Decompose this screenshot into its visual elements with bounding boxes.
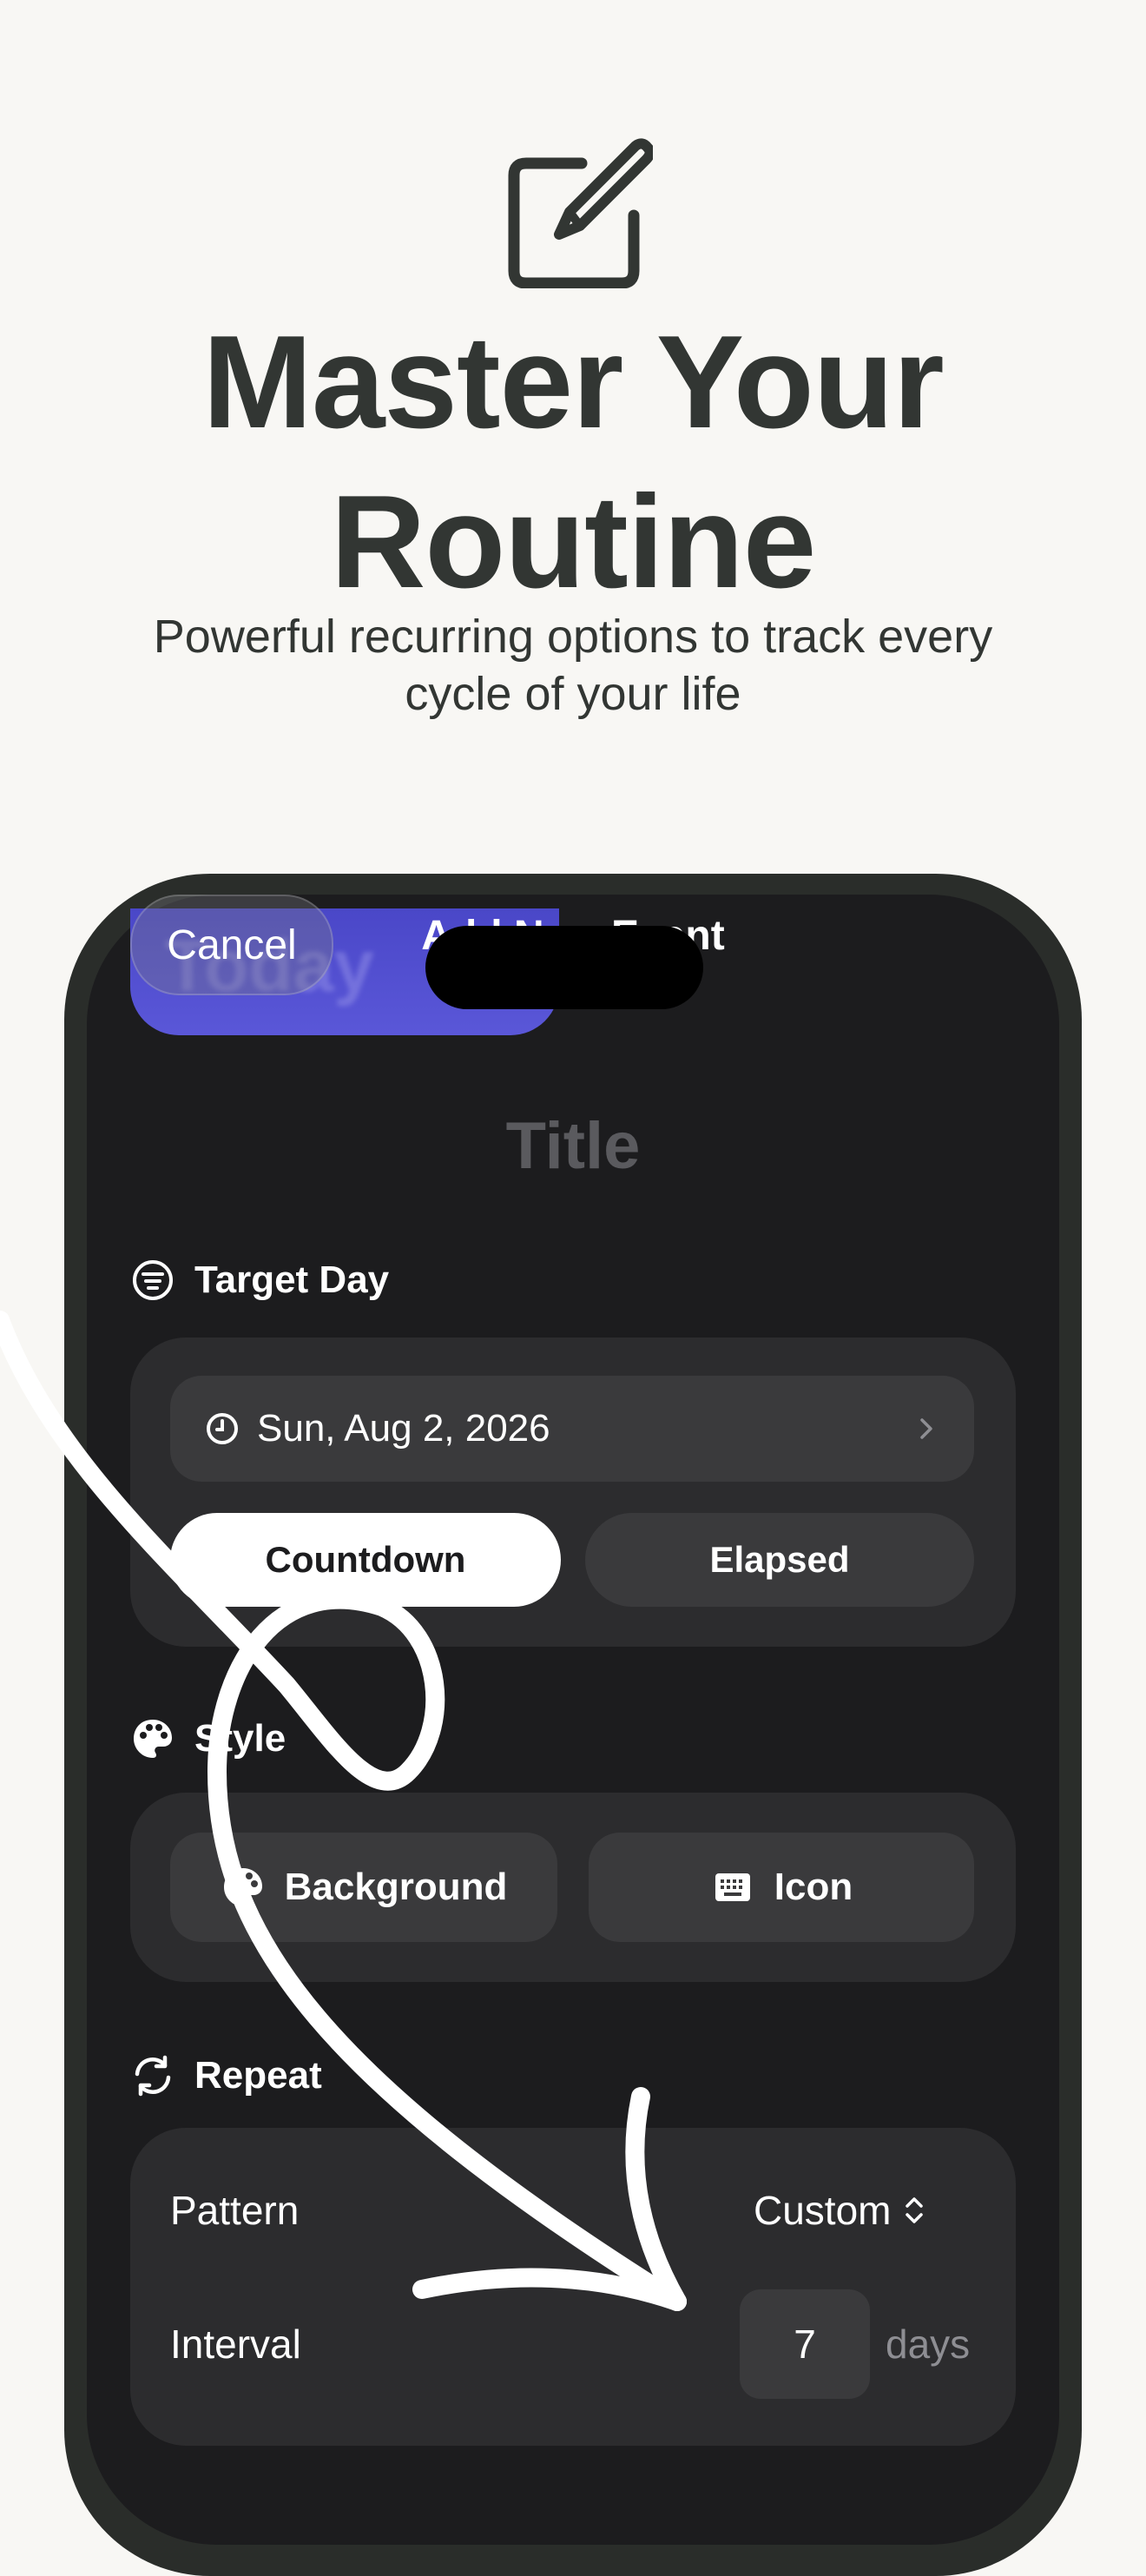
edit-icon [508,138,653,288]
list-circle-icon [133,1260,173,1300]
interval-unit: days [886,2322,971,2367]
pattern-label: Pattern [170,2188,300,2233]
hero-title: Master Your Routine [202,308,944,616]
pattern-value: Custom [754,2188,892,2233]
icon-button-label: Icon [774,1866,853,1908]
hero-subtitle: Powerful recurring options to track ever… [153,611,993,720]
interval-label: Interval [170,2322,301,2367]
date-value: Sun, Aug 2, 2026 [257,1407,550,1450]
chevron-up-down-icon [906,2197,924,2223]
target-day-header: Target Day [130,1258,389,1303]
dynamic-island [425,926,703,1009]
icon-button[interactable]: Icon [589,1833,974,1942]
cancel-button[interactable]: Cancel [130,895,333,995]
title-input[interactable]: Title [0,1108,1146,1184]
palette-icon [223,1868,262,1906]
date-picker-row[interactable]: Sun, Aug 2, 2026 [170,1376,974,1482]
background-button[interactable]: Background [170,1833,557,1942]
keyboard-icon [715,1873,750,1901]
chevron-right-icon [920,1418,932,1439]
style-header: Style [130,1716,286,1761]
clock-icon [207,1413,238,1444]
style-label: Style [194,1717,286,1760]
interval-input[interactable]: 7 [740,2289,870,2399]
repeat-header: Repeat [130,2053,322,2098]
pattern-select[interactable]: Custom [754,2187,927,2234]
repeat-card [130,2128,1016,2446]
repeat-label: Repeat [194,2054,322,2097]
mode-elapsed-button[interactable]: Elapsed [585,1513,974,1607]
palette-icon [134,1720,172,1758]
mode-countdown-button[interactable]: Countdown [170,1513,561,1607]
background-button-label: Background [284,1866,508,1908]
target-day-label: Target Day [194,1258,390,1301]
repeat-icon [135,2055,171,2097]
